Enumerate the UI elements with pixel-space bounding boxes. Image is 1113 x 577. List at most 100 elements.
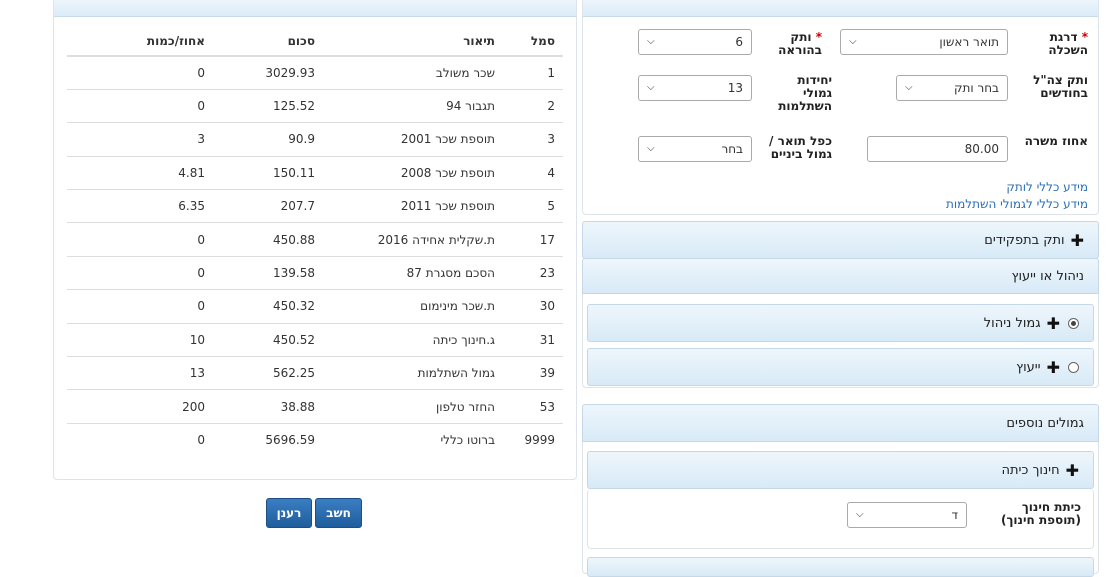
radio-empty-icon[interactable] bbox=[1068, 361, 1079, 373]
table-row: 9999 ברוטו כללי 5696.59 0 bbox=[67, 422, 563, 457]
table-cell: 3 bbox=[503, 122, 563, 157]
management-bonus-option[interactable]: ✚ גמול ניהול bbox=[587, 304, 1094, 342]
table-row: 3 תוספת שכר 2001 90.9 3 bbox=[67, 122, 563, 157]
table-row: 2 תגבור 94 125.52 0 bbox=[67, 88, 563, 123]
education-label: * דרגת השכלה bbox=[1048, 30, 1088, 57]
chevron-down-icon: ⌵ bbox=[849, 36, 857, 47]
salary-parameters-panel: * דרגת השכלה תואר ראשון ⌵ * ותק בהוראה 6 ⌵… bbox=[582, 0, 1099, 215]
column-header: אחוז/כמות bbox=[67, 26, 213, 57]
table-cell: 17 bbox=[503, 222, 563, 257]
table-cell: 0 bbox=[67, 289, 213, 324]
position-percent-input[interactable]: 80.00 bbox=[867, 136, 1008, 162]
table-cell: 53 bbox=[503, 389, 563, 424]
plus-icon: ✚ bbox=[1046, 357, 1060, 377]
table-cell: תוספת שכר 2008 bbox=[323, 155, 503, 190]
column-header: תיאור bbox=[323, 26, 503, 57]
results-panel: סמל תיאור סכום אחוז/כמות 1 שכר משולב 3029.… bbox=[53, 0, 577, 480]
table-cell: 23 bbox=[503, 255, 563, 290]
class-label: כיתת חינוך (תוספת חינוך) bbox=[1001, 500, 1081, 527]
table-cell: 10 bbox=[67, 322, 213, 357]
plus-icon: ✚ bbox=[1070, 230, 1084, 250]
table-row: 1 שכר משולב 3029.93 0 bbox=[67, 55, 563, 90]
double-degree-label: כפל תואר / גמול ביניים bbox=[769, 134, 832, 161]
table-cell: שכר משולב bbox=[323, 55, 503, 90]
calculate-button[interactable]: חשב bbox=[315, 498, 362, 528]
chevron-down-icon: ⌵ bbox=[647, 143, 655, 154]
double-degree-select[interactable]: בחר ⌵ bbox=[638, 136, 752, 162]
table-cell: 207.7 bbox=[213, 189, 323, 223]
position-percent-label: אחוז משרה bbox=[1024, 134, 1088, 148]
table-row: 39 גמול השתלמות 562.25 13 bbox=[67, 356, 563, 390]
table-cell: 450.52 bbox=[213, 322, 323, 357]
table-cell: ברוטו כללי bbox=[323, 422, 503, 457]
table-row: 17 ת.שקלית אחידה 2016 450.88 0 bbox=[67, 222, 563, 257]
table-cell: 3029.93 bbox=[213, 55, 323, 90]
table-row: 5 תוספת שכר 2011 207.7 6.35 bbox=[67, 189, 563, 223]
table-cell: ג.חינוך כיתה bbox=[323, 322, 503, 357]
plus-icon: ✚ bbox=[1046, 313, 1060, 333]
table-cell: 90.9 bbox=[213, 122, 323, 157]
table-cell: תגבור 94 bbox=[323, 88, 503, 123]
plus-icon: ✚ bbox=[1065, 460, 1079, 480]
advice-option[interactable]: ✚ ייעוץ bbox=[587, 348, 1094, 386]
chevron-down-icon: ⌵ bbox=[905, 82, 913, 93]
table-row: 30 ת.שכר מינימום 450.32 0 bbox=[67, 289, 563, 324]
table-cell: גמול השתלמות bbox=[323, 356, 503, 390]
radio-selected-icon[interactable] bbox=[1068, 317, 1079, 329]
table-row: 31 ג.חינוך כיתה 450.52 10 bbox=[67, 322, 563, 357]
education-select[interactable]: תואר ראשון ⌵ bbox=[840, 29, 1008, 55]
class-select[interactable]: ד ⌵ bbox=[847, 502, 967, 528]
idf-seniority-select[interactable]: בחר ותק ⌵ bbox=[896, 75, 1008, 101]
results-panel-header bbox=[54, 0, 576, 17]
panel-header bbox=[583, 0, 1098, 17]
next-section-bar[interactable] bbox=[587, 557, 1094, 577]
table-cell: 4 bbox=[503, 155, 563, 190]
management-advice-header: ניהול או ייעוץ bbox=[582, 258, 1099, 294]
table-cell: 9999 bbox=[503, 422, 563, 457]
table-cell: ת.שקלית אחידה 2016 bbox=[323, 222, 503, 257]
table-cell: 31 bbox=[503, 322, 563, 357]
table-header-row: סמל תיאור סכום אחוז/כמות bbox=[67, 26, 563, 57]
table-cell: 562.25 bbox=[213, 356, 323, 390]
table-cell: 0 bbox=[67, 55, 213, 90]
column-header: סמל bbox=[503, 26, 563, 57]
training-units-select[interactable]: 13 ⌵ bbox=[638, 75, 752, 101]
chevron-down-icon: ⌵ bbox=[647, 36, 655, 47]
table-cell: 0 bbox=[67, 422, 213, 457]
table-row: 53 החזר טלפון 38.88 200 bbox=[67, 389, 563, 424]
table-cell: ת.שכר מינימום bbox=[323, 289, 503, 324]
table-cell: 0 bbox=[67, 222, 213, 257]
additional-bonuses-header: גמולים נוספים bbox=[582, 404, 1099, 442]
table-cell: 1 bbox=[503, 55, 563, 90]
seniority-info-link[interactable]: מידע כללי לותק bbox=[1006, 180, 1088, 194]
class-education-section[interactable]: ✚ חינוך כיתה bbox=[587, 451, 1094, 489]
chevron-down-icon: ⌵ bbox=[856, 509, 864, 520]
table-cell: 0 bbox=[67, 88, 213, 123]
teaching-seniority-select[interactable]: 6 ⌵ bbox=[638, 29, 752, 55]
table-cell: 139.58 bbox=[213, 255, 323, 290]
table-row: 4 תוספת שכר 2008 150.11 4.81 bbox=[67, 155, 563, 190]
table-cell: 39 bbox=[503, 356, 563, 390]
training-units-label: יחידות גמולי השתלמות bbox=[778, 73, 832, 113]
table-cell: 450.88 bbox=[213, 222, 323, 257]
results-table: סמל תיאור סכום אחוז/כמות 1 שכר משולב 3029.… bbox=[67, 26, 563, 457]
idf-seniority-label: ותק צה"ל בחודשים bbox=[1033, 73, 1088, 100]
training-info-link[interactable]: מידע כללי לגמולי השתלמות bbox=[946, 197, 1088, 211]
table-cell: 6.35 bbox=[67, 189, 213, 223]
table-cell: הסכם מסגרת 87 bbox=[323, 255, 503, 290]
table-cell: 38.88 bbox=[213, 389, 323, 424]
table-cell: 13 bbox=[67, 356, 213, 390]
table-cell: 30 bbox=[503, 289, 563, 324]
chevron-down-icon: ⌵ bbox=[647, 82, 655, 93]
column-header: סכום bbox=[213, 26, 323, 57]
roles-seniority-section[interactable]: ✚ ותק בתפקידים bbox=[582, 221, 1099, 259]
table-cell: 5 bbox=[503, 189, 563, 223]
table-cell: 2 bbox=[503, 88, 563, 123]
table-cell: תוספת שכר 2001 bbox=[323, 122, 503, 157]
refresh-button[interactable]: רענן bbox=[266, 498, 312, 528]
table-cell: 0 bbox=[67, 255, 213, 290]
table-cell: 3 bbox=[67, 122, 213, 157]
table-row: 23 הסכם מסגרת 87 139.58 0 bbox=[67, 255, 563, 290]
teaching-seniority-label: * ותק בהוראה bbox=[778, 30, 822, 57]
table-cell: 450.32 bbox=[213, 289, 323, 324]
